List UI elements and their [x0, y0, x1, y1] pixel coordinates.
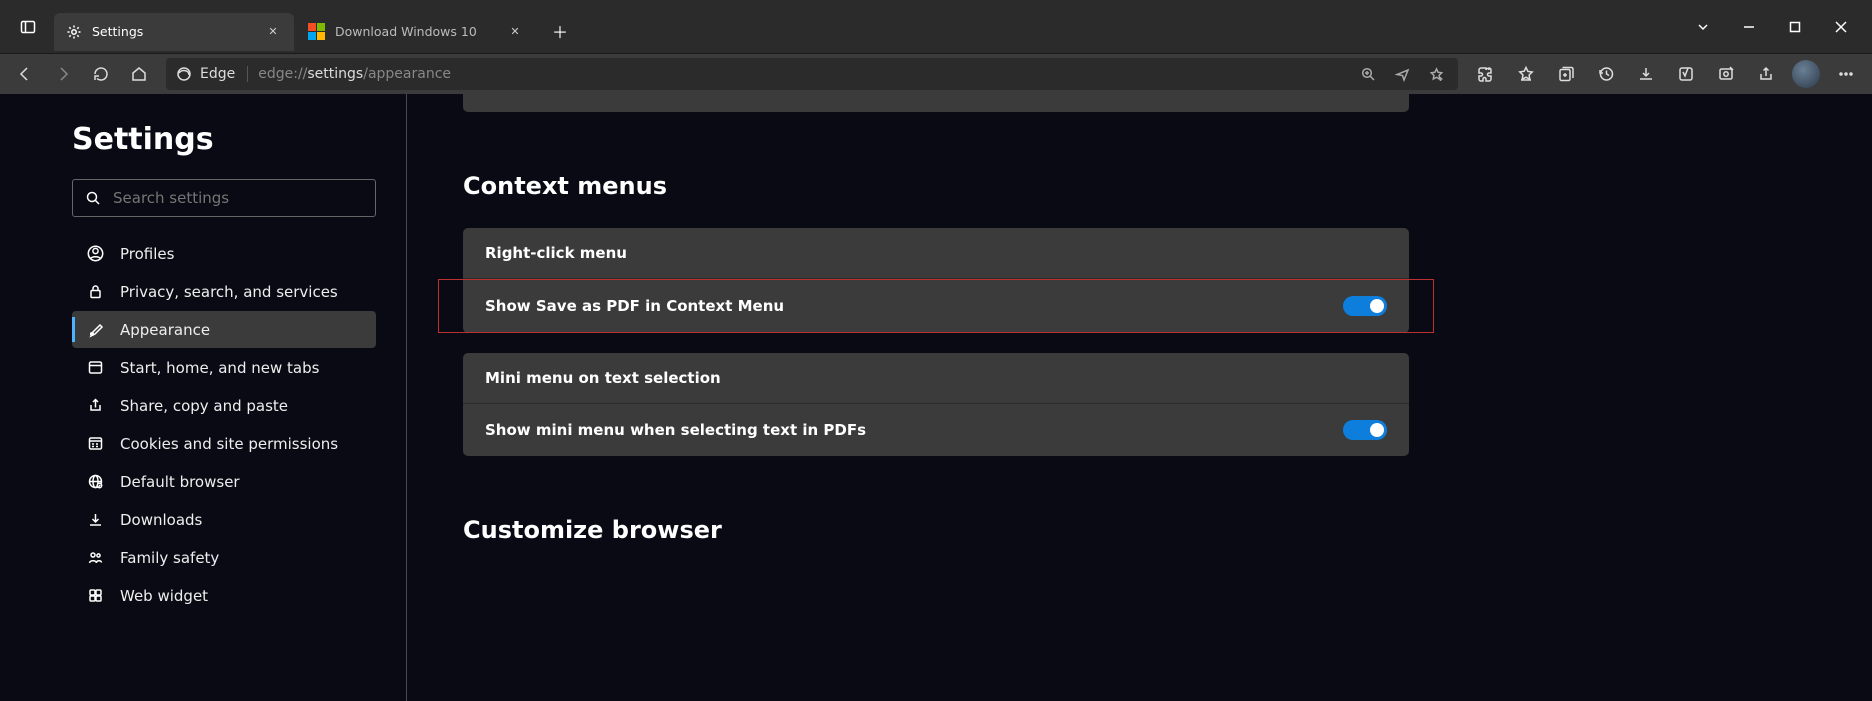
- card-mini-menu: Mini menu on text selection Show mini me…: [463, 353, 1409, 456]
- settings-search[interactable]: [72, 179, 376, 217]
- search-icon: [85, 190, 101, 206]
- card-right-click-menu: Right-click menu Show Save as PDF in Con…: [463, 228, 1409, 333]
- row-mini-menu-pdf: Show mini menu when selecting text in PD…: [463, 404, 1409, 456]
- sidebar-item-default-browser[interactable]: Default browser: [72, 463, 376, 500]
- menu-button[interactable]: [1826, 55, 1866, 93]
- tab-settings[interactable]: Settings ✕: [54, 13, 294, 51]
- toolbar: Edge edge://settings/appearance: [0, 54, 1872, 94]
- settings-main: Context menus Right-click menu Show Save…: [407, 94, 1872, 701]
- page-title: Settings: [72, 122, 376, 157]
- close-icon[interactable]: ✕: [506, 23, 524, 41]
- edge-icon: [176, 66, 192, 82]
- url-text: edge://settings/appearance: [258, 66, 451, 82]
- forward-button[interactable]: [44, 55, 82, 93]
- minimize-button[interactable]: [1726, 7, 1772, 47]
- brand-label: Edge: [200, 66, 235, 82]
- history-button[interactable]: [1586, 55, 1626, 93]
- sidebar-item-family-safety[interactable]: Family safety: [72, 539, 376, 576]
- download-icon: [86, 511, 104, 528]
- microsoft-logo-icon: [308, 23, 325, 40]
- sidebar-item-share-copy-and-paste[interactable]: Share, copy and paste: [72, 387, 376, 424]
- refresh-button[interactable]: [82, 55, 120, 93]
- math-solver-button[interactable]: [1666, 55, 1706, 93]
- section-customize-browser: Customize browser: [463, 516, 1872, 544]
- tab-actions-button[interactable]: [8, 7, 48, 47]
- collections-button[interactable]: [1546, 55, 1586, 93]
- sidebar-item-web-widget[interactable]: Web widget: [72, 577, 376, 614]
- site-identity: Edge: [176, 66, 248, 82]
- profile-avatar[interactable]: [1786, 55, 1826, 93]
- content-area: Settings Profiles Privacy, search, and se…: [0, 94, 1872, 701]
- cookie-icon: [86, 435, 104, 452]
- tab-download-windows[interactable]: Download Windows 10 ✕: [296, 13, 536, 51]
- sidebar-item-privacy-search-and-services[interactable]: Privacy, search, and services: [72, 273, 376, 310]
- sidebar-item-label: Downloads: [120, 511, 202, 529]
- settings-sidebar: Settings Profiles Privacy, search, and se…: [0, 94, 407, 701]
- globe-icon: [86, 473, 104, 490]
- send-icon[interactable]: [1386, 60, 1418, 88]
- sidebar-item-label: Privacy, search, and services: [120, 283, 338, 301]
- family-icon: [86, 549, 104, 566]
- gear-icon: [66, 24, 82, 40]
- screenshot-button[interactable]: [1706, 55, 1746, 93]
- widget-icon: [86, 587, 104, 604]
- share-button[interactable]: [1746, 55, 1786, 93]
- share-icon: [86, 397, 104, 414]
- zoom-icon[interactable]: [1352, 60, 1384, 88]
- close-icon[interactable]: ✕: [264, 23, 282, 41]
- profile-icon: [86, 245, 104, 262]
- sidebar-item-start-home-and-new-tabs[interactable]: Start, home, and new tabs: [72, 349, 376, 386]
- previous-card-edge: [463, 94, 1409, 112]
- sidebar-item-label: Family safety: [120, 549, 219, 567]
- maximize-button[interactable]: [1772, 7, 1818, 47]
- address-bar[interactable]: Edge edge://settings/appearance: [166, 58, 1458, 90]
- sidebar-item-appearance[interactable]: Appearance: [72, 311, 376, 348]
- home-button[interactable]: [120, 55, 158, 93]
- toggle-save-as-pdf[interactable]: [1343, 296, 1387, 316]
- sidebar-item-label: Start, home, and new tabs: [120, 359, 319, 377]
- back-button[interactable]: [6, 55, 44, 93]
- lock-icon: [86, 283, 104, 300]
- row-label: Show mini menu when selecting text in PD…: [485, 421, 866, 439]
- sidebar-item-profiles[interactable]: Profiles: [72, 235, 376, 272]
- favorites-button[interactable]: [1506, 55, 1546, 93]
- paint-icon: [86, 321, 104, 338]
- sidebar-item-label: Cookies and site permissions: [120, 435, 338, 453]
- row-save-as-pdf: Show Save as PDF in Context Menu: [438, 279, 1434, 333]
- favorite-icon[interactable]: [1420, 60, 1452, 88]
- sidebar-item-label: Appearance: [120, 321, 210, 339]
- sidebar-item-label: Share, copy and paste: [120, 397, 288, 415]
- card-header: Mini menu on text selection: [463, 353, 1409, 404]
- card-header: Right-click menu: [463, 228, 1409, 279]
- row-label: Show Save as PDF in Context Menu: [485, 297, 784, 315]
- search-input[interactable]: [113, 189, 363, 207]
- new-tab-button[interactable]: ＋: [544, 15, 576, 47]
- tab-label: Download Windows 10: [335, 24, 506, 39]
- close-button[interactable]: [1818, 7, 1864, 47]
- title-bar: Settings ✕ Download Windows 10 ✕ ＋: [0, 0, 1872, 54]
- sidebar-item-cookies-and-site-permissions[interactable]: Cookies and site permissions: [72, 425, 376, 462]
- sidebar-item-label: Profiles: [120, 245, 174, 263]
- downloads-button[interactable]: [1626, 55, 1666, 93]
- window-icon: [86, 359, 104, 376]
- toggle-mini-menu-pdf[interactable]: [1343, 420, 1387, 440]
- tab-label: Settings: [92, 24, 264, 39]
- sidebar-item-downloads[interactable]: Downloads: [72, 501, 376, 538]
- sidebar-item-label: Web widget: [120, 587, 208, 605]
- extensions-button[interactable]: [1466, 55, 1506, 93]
- section-context-menus: Context menus: [463, 172, 1872, 200]
- chevron-down-icon[interactable]: [1680, 7, 1726, 47]
- sidebar-item-label: Default browser: [120, 473, 240, 491]
